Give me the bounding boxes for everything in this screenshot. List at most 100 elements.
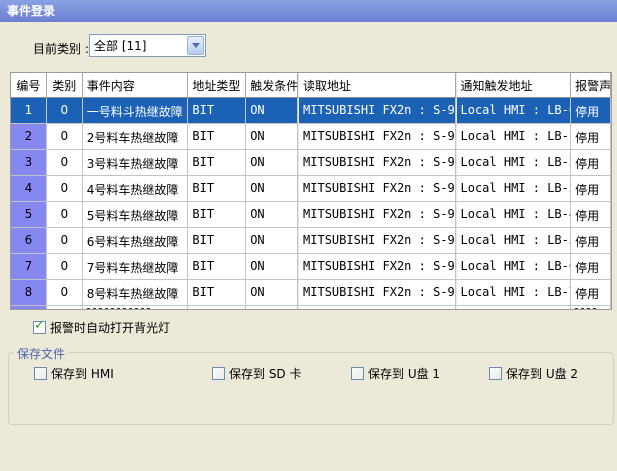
column-header[interactable]: 类别 [47,73,83,98]
table-cell[interactable]: 0 [47,124,83,150]
table-cell[interactable]: BIT [188,202,246,228]
save-usb1-checkbox[interactable] [351,367,364,380]
table-cell[interactable]: 4 [11,176,47,202]
table-cell[interactable]: BIT [188,254,246,280]
table-cell[interactable]: Local HMI : LB-5 [456,228,572,254]
table-row[interactable]: 505号料车热继故障BITONMITSUBISHI FX2n : S-904Lo… [11,202,611,228]
table-cell[interactable]: ON [246,228,298,254]
table-row[interactable]: 10一号料斗热继故障BITONMITSUBISHI FX2n : S-900Lo… [11,98,611,124]
table-cell[interactable]: Local HMI : LB-3 [456,176,572,202]
table-cell[interactable] [298,306,455,310]
table-cell[interactable]: 停用 [571,98,611,124]
table-cell[interactable] [188,306,246,310]
table-cell[interactable]: 3号料车热继故障 [83,150,189,176]
table-cell[interactable]: Local HMI : LB-2 [456,150,572,176]
column-header[interactable]: 地址类型 [188,73,246,98]
table-cell[interactable]: MITSUBISHI FX2n : S-907 [298,280,455,306]
save-hmi-checkbox[interactable] [34,367,47,380]
table-cell[interactable]: 停用 [571,202,611,228]
table-cell[interactable]: MITSUBISHI FX2n : S-901 [298,124,455,150]
table-cell[interactable]: BIT [188,98,246,124]
table-cell[interactable]: MITSUBISHI FX2n : S-900 [298,98,455,124]
table-row[interactable]: 606号料车热继故障BITONMITSUBISHI FX2n : S-905Lo… [11,228,611,254]
table-cell[interactable]: 1 [11,98,47,124]
table-cell[interactable]: 8 [11,280,47,306]
table-cell[interactable]: ON [246,280,298,306]
save-option-sd: 保存到 SD 卡 [212,365,302,382]
check-icon: ✓ [34,318,45,333]
table-cell[interactable]: BIT [188,228,246,254]
table-cell[interactable]: 0 [47,176,83,202]
table-cell[interactable]: BIT [188,280,246,306]
table-cell[interactable] [246,306,298,310]
table-cell[interactable]: ON [246,150,298,176]
column-header[interactable]: 通知触发地址 [456,73,572,98]
table-cell[interactable]: ON [246,202,298,228]
save-sd-checkbox[interactable] [212,367,225,380]
table-cell[interactable]: 7号料车热继故障 [83,254,189,280]
table-row[interactable]: 404号料车热继故障BITONMITSUBISHI FX2n : S-903Lo… [11,176,611,202]
table-cell[interactable]: 8号料车热继故障 [83,280,189,306]
table-row[interactable]: 303号料车热继故障BITONMITSUBISHI FX2n : S-902Lo… [11,150,611,176]
table-cell[interactable]: MITSUBISHI FX2n : S-905 [298,228,455,254]
table-cell[interactable] [11,306,47,310]
table-cell[interactable]: ON [246,124,298,150]
table-cell[interactable]: 0 [47,202,83,228]
table-cell[interactable]: MITSUBISHI FX2n : S-904 [298,202,455,228]
table-cell[interactable]: 0 [47,254,83,280]
table-cell[interactable]: 7 [11,254,47,280]
table-cell[interactable]: 停用 [571,280,611,306]
column-header[interactable]: 触发条件 [246,73,298,98]
table-cell[interactable]: 5号料车热继故障 [83,202,189,228]
dropdown-button[interactable] [187,36,204,55]
save-usb2-checkbox[interactable] [489,367,502,380]
table-cell[interactable] [83,306,189,310]
table-cell[interactable]: 6 [11,228,47,254]
table-cell[interactable]: 0 [47,98,83,124]
table-cell[interactable]: 2 [11,124,47,150]
table-cell[interactable]: 0 [47,228,83,254]
table-cell[interactable]: MITSUBISHI FX2n : S-906 [298,254,455,280]
table-cell[interactable]: Local HMI : LB-4 [456,202,572,228]
table-cell[interactable]: 4号料车热继故障 [83,176,189,202]
table-cell[interactable]: 一号料斗热继故障 [83,98,189,124]
backlight-checkbox[interactable]: ✓ [33,321,46,334]
table-row[interactable]: 808号料车热继故障BITONMITSUBISHI FX2n : S-907Lo… [11,280,611,306]
table-cell[interactable]: 停用 [571,124,611,150]
table-row-partial[interactable] [11,306,611,310]
table-cell[interactable]: ON [246,176,298,202]
column-header[interactable]: 报警声 [571,73,611,98]
column-header[interactable]: 编号 [11,73,47,98]
table-cell[interactable]: Local HMI : LB-6 [456,254,572,280]
table-cell[interactable]: 2号料车热继故障 [83,124,189,150]
table-cell[interactable]: Local HMI : LB-1 [456,124,572,150]
table-cell[interactable]: Local HMI : LB-0 [456,98,572,124]
table-cell[interactable]: ON [246,98,298,124]
table-cell[interactable] [456,306,572,310]
table-cell[interactable]: 0 [47,280,83,306]
table-cell[interactable]: MITSUBISHI FX2n : S-903 [298,176,455,202]
table-cell[interactable]: BIT [188,124,246,150]
event-table[interactable]: 编号类别事件内容地址类型触发条件读取地址通知触发地址报警声10一号料斗热继故障B… [10,72,612,310]
table-cell[interactable]: 停用 [571,176,611,202]
column-header[interactable]: 读取地址 [298,73,455,98]
table-cell[interactable]: 6号料车热继故障 [83,228,189,254]
table-cell[interactable]: MITSUBISHI FX2n : S-902 [298,150,455,176]
table-cell[interactable]: 停用 [571,150,611,176]
table-row[interactable]: 202号料车热继故障BITONMITSUBISHI FX2n : S-901Lo… [11,124,611,150]
table-cell[interactable]: BIT [188,176,246,202]
table-cell[interactable]: 3 [11,150,47,176]
table-cell[interactable] [571,306,611,310]
dialog-titlebar: 事件登录 [0,0,617,22]
table-cell[interactable]: 停用 [571,228,611,254]
table-cell[interactable]: Local HMI : LB-7 [456,280,572,306]
table-cell[interactable] [47,306,83,310]
table-cell[interactable]: 0 [47,150,83,176]
column-header[interactable]: 事件内容 [83,73,189,98]
table-cell[interactable]: 停用 [571,254,611,280]
table-cell[interactable]: BIT [188,150,246,176]
table-cell[interactable]: 5 [11,202,47,228]
category-dropdown[interactable]: 全部 [11] [89,34,206,57]
table-cell[interactable]: ON [246,254,298,280]
table-row[interactable]: 707号料车热继故障BITONMITSUBISHI FX2n : S-906Lo… [11,254,611,280]
